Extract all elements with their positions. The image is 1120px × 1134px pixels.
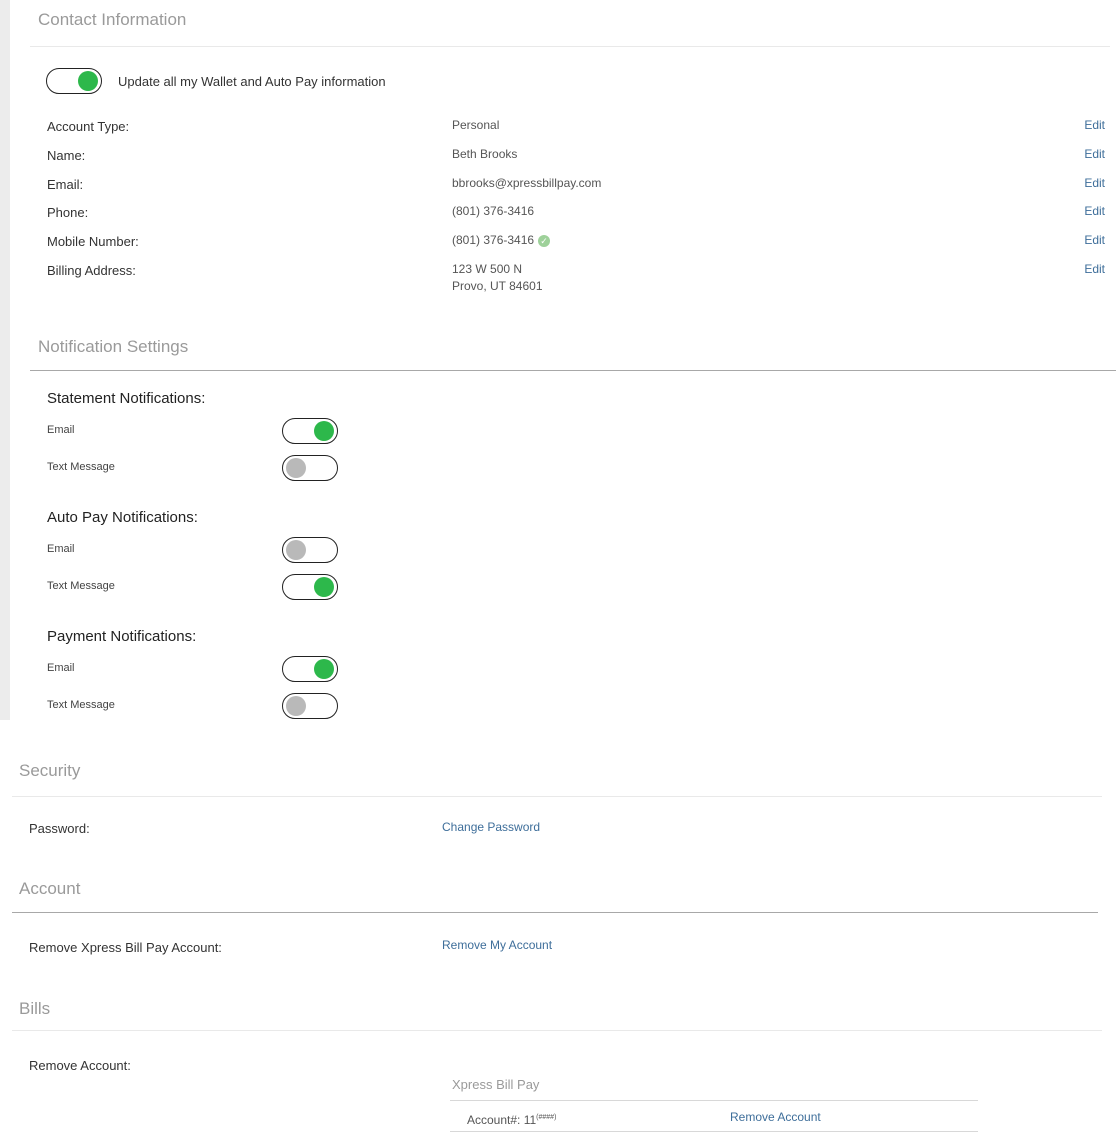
billing-address-line1: 123 W 500 N <box>452 262 523 276</box>
account-divider <box>12 912 1098 913</box>
toggle-knob <box>314 421 334 441</box>
edit-account-type-button[interactable]: Edit <box>1084 118 1105 132</box>
notification-divider <box>30 370 1116 371</box>
payment-text-label: Text Message <box>47 699 115 711</box>
bills-title: Bills <box>19 999 51 1018</box>
password-label: Password: <box>29 821 90 836</box>
billing-address-line2: Provo, UT 84601 <box>452 279 543 293</box>
contact-info-title: Contact Information <box>38 10 187 29</box>
autopay-email-label: Email <box>47 543 75 555</box>
notification-settings-title: Notification Settings <box>38 337 189 356</box>
payment-text-toggle[interactable] <box>282 693 338 719</box>
autopay-text-toggle[interactable] <box>282 574 338 600</box>
statement-email-label: Email <box>47 424 75 436</box>
autopay-notifications-title: Auto Pay Notifications: <box>47 509 198 526</box>
bill-table-divider-top <box>450 1100 978 1101</box>
remove-xpress-account-label: Remove Xpress Bill Pay Account: <box>29 940 222 955</box>
email-label: Email: <box>47 177 84 192</box>
verified-check-icon: ✓ <box>538 234 551 247</box>
security-divider <box>12 796 1102 797</box>
edit-email-button[interactable]: Edit <box>1084 176 1105 190</box>
toggle-knob <box>314 577 334 597</box>
bill-table-divider-bottom <box>450 1131 978 1132</box>
toggle-knob <box>286 458 306 478</box>
account-type-label: Account Type: <box>47 119 130 134</box>
remove-my-account-link[interactable]: Remove My Account <box>442 938 552 952</box>
phone-value: (801) 376-3416 <box>452 204 535 218</box>
account-title: Account <box>19 879 81 898</box>
statement-notifications-title: Statement Notifications: <box>47 390 206 407</box>
statement-email-toggle[interactable] <box>282 418 338 444</box>
toggle-knob <box>286 696 306 716</box>
edit-mobile-button[interactable]: Edit <box>1084 233 1105 247</box>
email-value: bbrooks@xpressbillpay.com <box>452 176 602 190</box>
toggle-knob <box>78 71 98 91</box>
payment-email-toggle[interactable] <box>282 656 338 682</box>
bill-provider-name: Xpress Bill Pay <box>452 1077 540 1092</box>
phone-label: Phone: <box>47 205 89 220</box>
bill-account-number-suffix: (####) <box>536 1114 557 1121</box>
toggle-knob <box>286 540 306 560</box>
payment-email-label: Email <box>47 662 75 674</box>
update-all-label: Update all my Wallet and Auto Pay inform… <box>118 74 386 89</box>
statement-text-label: Text Message <box>47 461 115 473</box>
name-value: Beth Brooks <box>452 147 518 161</box>
edit-billing-address-button[interactable]: Edit <box>1084 262 1105 276</box>
autopay-email-toggle[interactable] <box>282 537 338 563</box>
bills-divider <box>12 1030 1102 1031</box>
mobile-value: (801) 376-3416 <box>452 233 535 247</box>
toggle-knob <box>314 659 334 679</box>
billing-address-label: Billing Address: <box>47 263 136 278</box>
left-border <box>0 0 10 720</box>
statement-text-toggle[interactable] <box>282 455 338 481</box>
edit-phone-button[interactable]: Edit <box>1084 204 1105 218</box>
remove-bill-account-link[interactable]: Remove Account <box>730 1110 821 1124</box>
mobile-label: Mobile Number: <box>47 234 139 249</box>
change-password-link[interactable]: Change Password <box>442 820 540 834</box>
edit-name-button[interactable]: Edit <box>1084 147 1105 161</box>
account-type-value: Personal <box>452 118 500 132</box>
remove-account-label: Remove Account: <box>29 1058 131 1073</box>
payment-notifications-title: Payment Notifications: <box>47 628 197 645</box>
mobile-value-row: (801) 376-3416 ✓ <box>452 232 551 249</box>
name-label: Name: <box>47 148 86 163</box>
autopay-text-label: Text Message <box>47 580 115 592</box>
bill-account-number: Account#: 11(####) <box>467 1109 556 1129</box>
security-title: Security <box>19 761 81 780</box>
bill-account-number-text: Account#: 11 <box>467 1113 537 1127</box>
contact-divider <box>30 46 1110 47</box>
update-all-toggle[interactable] <box>46 68 102 94</box>
